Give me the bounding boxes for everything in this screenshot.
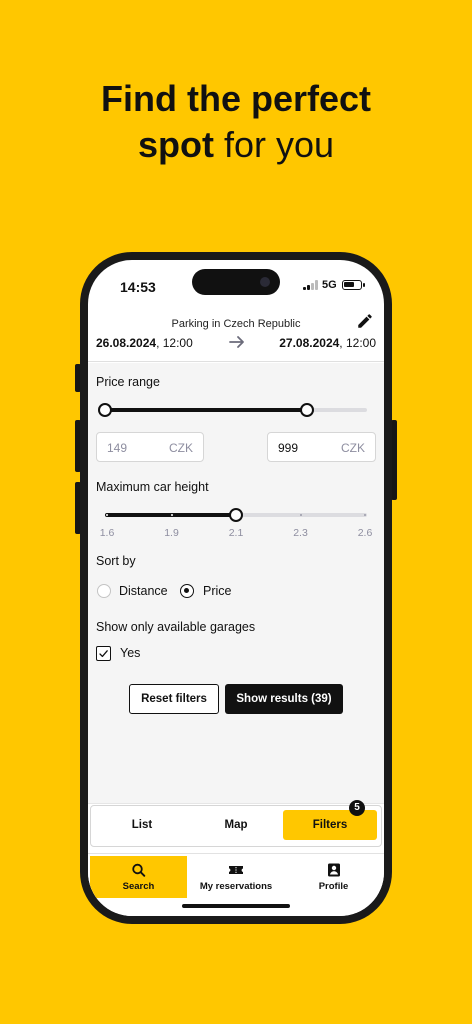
to-time: , 12:00 — [339, 336, 376, 350]
phone-frame: 14:53 5G Parking in Czech Republic 26.08… — [80, 252, 392, 924]
price-min-field[interactable]: 149 CZK — [96, 432, 204, 462]
height-tick-mark — [299, 514, 302, 516]
height-tick-label: 1.9 — [164, 527, 179, 539]
height-tick-label: 1.6 — [99, 527, 115, 539]
price-max-field[interactable]: 999 CZK — [267, 432, 376, 462]
arrow-right-icon — [229, 336, 244, 348]
height-tick-label: 2.1 — [228, 527, 244, 539]
location-subtitle: Parking in Czech Republic — [171, 318, 301, 330]
headline-bold-word: spot — [137, 124, 214, 165]
phone-screen: 14:53 5G Parking in Czech Republic 26.08… — [88, 260, 384, 916]
from-datetime: 26.08.2024, 12:00 — [96, 336, 193, 350]
battery-level — [344, 282, 354, 287]
tab-my-reservations[interactable]: My reservations — [187, 856, 285, 898]
profile-icon — [327, 863, 340, 877]
availability-yes-label[interactable]: Yes — [120, 646, 140, 660]
dynamic-island — [192, 269, 280, 295]
from-date: 26.08.2024 — [96, 336, 157, 350]
price-max-unit: CZK — [341, 441, 365, 455]
status-bar: 14:53 5G — [88, 260, 384, 306]
height-tick-mark — [170, 514, 173, 516]
height-tick-label: 2.6 — [357, 527, 373, 539]
to-date: 27.08.2024 — [279, 336, 340, 350]
sort-label: Sort by — [96, 554, 136, 568]
height-tick-label: 2.3 — [293, 527, 308, 539]
tab-map[interactable]: Map — [189, 810, 283, 840]
home-indicator — [182, 904, 290, 908]
availability-checkbox[interactable] — [96, 646, 111, 661]
price-min-handle[interactable] — [98, 403, 112, 417]
height-tick-mark — [106, 514, 108, 516]
tab-search-label: Search — [122, 881, 155, 892]
tab-list[interactable]: List — [95, 810, 189, 840]
promo-headline: Find the perfect spot for you — [0, 76, 472, 168]
tab-filters[interactable]: Filters 5 — [283, 800, 377, 840]
price-range-label: Price range — [96, 375, 160, 389]
price-max-handle[interactable] — [299, 403, 314, 417]
headline-line1: Find the perfect — [100, 78, 372, 119]
status-time: 14:53 — [120, 279, 156, 295]
tab-reservations-label: My reservations — [199, 881, 273, 892]
sort-distance-radio[interactable] — [97, 584, 111, 598]
reset-filters-button[interactable]: Reset filters — [129, 684, 219, 714]
sort-price-label[interactable]: Price — [203, 584, 231, 598]
view-switcher: List Map Filters 5 — [88, 800, 384, 853]
sort-price-radio[interactable] — [180, 584, 194, 598]
show-results-button[interactable]: Show results (39) — [225, 684, 343, 714]
height-handle[interactable] — [229, 508, 243, 522]
from-time: , 12:00 — [156, 336, 193, 350]
price-min-unit: CZK — [169, 441, 193, 455]
price-slider-fill — [105, 408, 307, 412]
network-type: 5G — [322, 279, 337, 291]
height-tick-mark — [364, 514, 366, 516]
camera-icon — [260, 277, 270, 287]
price-min-value: 149 — [107, 441, 128, 455]
battery-icon — [342, 280, 365, 290]
headline-rest: for you — [213, 124, 335, 165]
to-datetime: 27.08.2024, 12:00 — [279, 336, 376, 350]
search-header[interactable]: Parking in Czech Republic 26.08.2024, 12… — [88, 306, 384, 362]
car-height-label: Maximum car height — [96, 480, 209, 494]
availability-label: Show only available garages — [96, 620, 256, 634]
pencil-icon[interactable] — [356, 312, 374, 330]
checkmark-icon — [98, 649, 108, 657]
tab-profile[interactable]: Profile — [285, 856, 382, 898]
filters-panel: Price range 149 CZK 999 CZK Maximum car … — [88, 363, 384, 803]
filters-count-badge: 5 — [349, 800, 365, 816]
price-max-value: 999 — [278, 441, 299, 455]
signal-icon — [303, 280, 319, 290]
tab-search[interactable]: Search — [90, 856, 187, 898]
tab-filters-label: Filters — [312, 819, 348, 831]
ticket-icon — [229, 866, 243, 874]
view-switcher-frame: List Map Filters 5 — [90, 800, 382, 847]
tab-profile-label: Profile — [318, 881, 349, 892]
sort-distance-label[interactable]: Distance — [119, 584, 168, 598]
search-icon — [131, 863, 145, 877]
